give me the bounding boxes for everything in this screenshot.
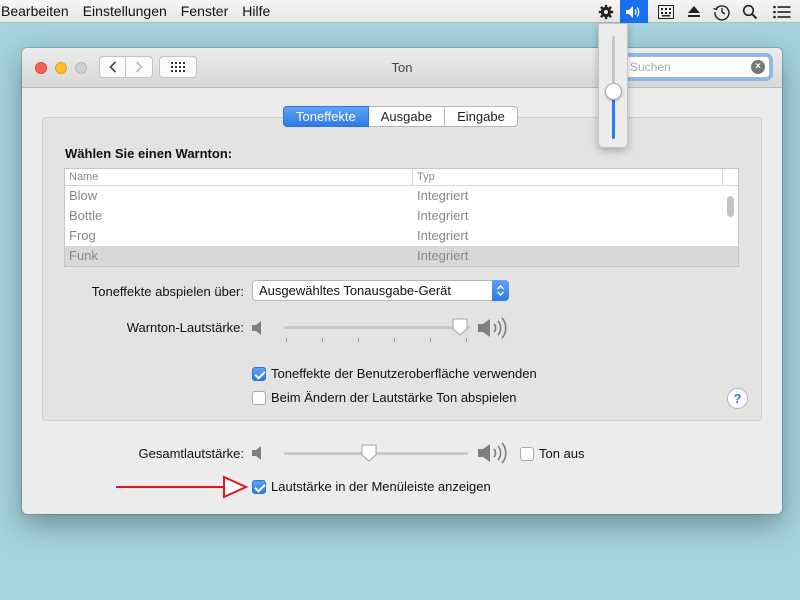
- search-field[interactable]: ×: [623, 56, 770, 78]
- speaker-high-icon: [478, 317, 507, 339]
- row-type: Integriert: [417, 188, 469, 203]
- volume-menu-popup: [598, 23, 628, 148]
- annotation-arrow-icon: [116, 475, 249, 499]
- show-volume-in-menubar-row[interactable]: Lautstärke in der Menüleiste anzeigen: [252, 479, 491, 494]
- row-type: Integriert: [417, 208, 469, 223]
- tick: [466, 338, 467, 342]
- gear-icon[interactable]: [592, 0, 620, 23]
- time-machine-icon[interactable]: [708, 0, 736, 23]
- row-type: Integriert: [417, 248, 469, 263]
- tab-bar: Toneffekte Ausgabe Eingabe: [283, 106, 518, 127]
- tick: [358, 338, 359, 342]
- slider-ticks: [284, 338, 470, 343]
- play-through-value: Ausgewähltes Tonausgabe-Gerät: [259, 283, 451, 298]
- spotlight-search-icon[interactable]: [736, 0, 764, 23]
- sound-preferences-window: Ton × Toneffekte Ausgabe Eingabe Wählen …: [22, 48, 782, 514]
- play-through-label: Toneffekte abspielen über:: [91, 284, 244, 299]
- play-through-select[interactable]: Ausgewähltes Tonausgabe-Gerät: [252, 280, 509, 301]
- menu-bearbeiten[interactable]: Bearbeiten: [0, 0, 76, 23]
- tick: [286, 338, 287, 342]
- tick: [394, 338, 395, 342]
- popup-arrows-icon: [492, 280, 509, 301]
- search-input[interactable]: [624, 57, 744, 77]
- table-row[interactable]: Bottle Integriert: [65, 206, 738, 226]
- show-volume-in-menubar-label: Lautstärke in der Menüleiste anzeigen: [271, 479, 491, 494]
- help-button[interactable]: ?: [727, 388, 748, 409]
- alert-volume-slider-knob[interactable]: [452, 318, 468, 336]
- mute-checkbox[interactable]: [520, 446, 534, 461]
- clear-search-icon[interactable]: ×: [751, 60, 765, 74]
- row-name: Frog: [69, 228, 96, 243]
- status-area: [592, 0, 800, 23]
- row-name: Funk: [69, 248, 98, 263]
- tab-toneffekte[interactable]: Toneffekte: [283, 106, 369, 127]
- tick: [322, 338, 323, 342]
- table-row[interactable]: Blow Integriert: [65, 186, 738, 206]
- show-volume-in-menubar-checkbox[interactable]: [252, 479, 266, 494]
- tab-eingabe[interactable]: Eingabe: [445, 106, 518, 127]
- row-name: Bottle: [69, 208, 103, 223]
- column-header-name[interactable]: Name: [65, 169, 413, 185]
- mute-checkbox-row[interactable]: Ton aus: [520, 446, 585, 461]
- output-volume-slider-knob[interactable]: [361, 444, 377, 462]
- speaker-low-icon: [252, 321, 261, 335]
- keyboard-viewer-icon[interactable]: [652, 0, 680, 23]
- alert-sound-heading: Wählen Sie einen Warnton:: [65, 146, 233, 161]
- table-scrollbar[interactable]: [727, 196, 734, 217]
- slider-track: [284, 326, 470, 329]
- tick: [430, 338, 431, 342]
- table-header: Name Typ: [65, 169, 738, 186]
- eject-icon[interactable]: [680, 0, 708, 23]
- ui-sounds-checkbox[interactable]: [252, 366, 266, 381]
- speaker-high-icon: [478, 442, 507, 464]
- notification-center-icon[interactable]: [764, 0, 800, 23]
- alert-volume-label: Warnton-Lautstärke:: [126, 320, 244, 335]
- alert-volume-slider[interactable]: [284, 318, 470, 342]
- menu-fenster[interactable]: Fenster: [174, 0, 235, 23]
- volume-icon[interactable]: [620, 0, 648, 23]
- table-row-selected[interactable]: Funk Integriert: [65, 246, 738, 266]
- table-row[interactable]: Frog Integriert: [65, 226, 738, 246]
- feedback-label: Beim Ändern der Lautstärke Ton abspielen: [271, 390, 517, 405]
- mute-label: Ton aus: [539, 446, 585, 461]
- row-name: Blow: [69, 188, 98, 203]
- volume-menu-slider-knob[interactable]: [605, 83, 622, 100]
- output-volume-slider[interactable]: [284, 444, 468, 464]
- feedback-checkbox[interactable]: [252, 390, 266, 405]
- title-bar: Ton ×: [22, 48, 782, 88]
- menu-bar: Bearbeiten Einstellungen Fenster Hilfe: [0, 0, 800, 23]
- speaker-low-icon: [252, 446, 261, 460]
- ui-sounds-checkbox-row[interactable]: Toneffekte der Benutzeroberfläche verwen…: [252, 366, 537, 381]
- feedback-checkbox-row[interactable]: Beim Ändern der Lautstärke Ton abspielen: [252, 390, 516, 405]
- row-type: Integriert: [417, 228, 469, 243]
- menu-hilfe[interactable]: Hilfe: [235, 0, 277, 23]
- alert-sound-table[interactable]: Name Typ Blow Integriert Bottle Integrie…: [64, 168, 739, 267]
- ui-sounds-label: Toneffekte der Benutzeroberfläche verwen…: [271, 366, 537, 381]
- column-header-type[interactable]: Typ: [413, 169, 723, 185]
- tab-ausgabe[interactable]: Ausgabe: [368, 106, 446, 127]
- output-volume-label: Gesamtlautstärke:: [138, 446, 245, 461]
- menu-einstellungen[interactable]: Einstellungen: [76, 0, 174, 23]
